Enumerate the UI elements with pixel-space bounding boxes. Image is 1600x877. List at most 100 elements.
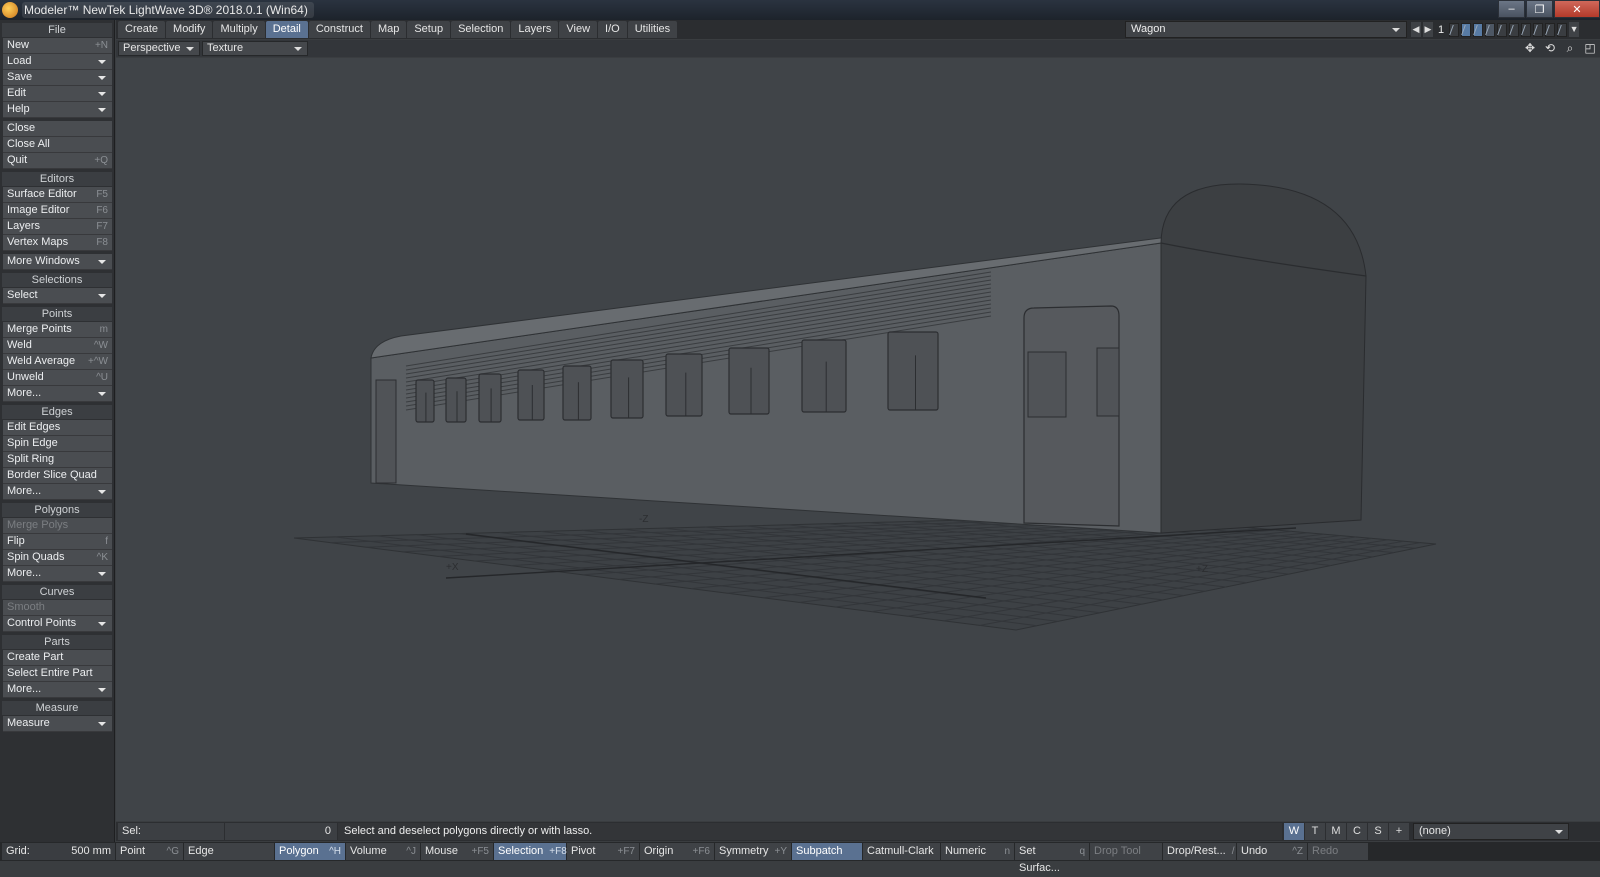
selection-button[interactable]: Selection +F8	[494, 843, 567, 860]
sidebar-item-flip[interactable]: Flip f	[3, 534, 112, 550]
layer-box-icon[interactable]	[1545, 22, 1556, 37]
pivot-button[interactable]: Pivot +F7	[567, 843, 639, 860]
tab-i-o[interactable]: I/O	[598, 21, 627, 38]
sidebar-item-create-part[interactable]: Create Part	[3, 650, 112, 666]
sidebar-item-save[interactable]: Save	[3, 70, 112, 86]
sidebar-item-unweld[interactable]: Unweld ^U	[3, 370, 112, 386]
map-mode-button-w[interactable]: W	[1284, 823, 1304, 840]
sidebar-item-spin-quads[interactable]: Spin Quads ^K	[3, 550, 112, 566]
undo-button[interactable]: Undo ^Z	[1237, 843, 1307, 860]
sidebar-header-polygons: Polygons	[2, 503, 112, 517]
layer-box-icon[interactable]	[1533, 22, 1544, 37]
map-mode-button-c[interactable]: C	[1347, 823, 1367, 840]
sidebar-item-weld[interactable]: Weld ^W	[3, 338, 112, 354]
sidebar-item-select-entire-part[interactable]: Select Entire Part	[3, 666, 112, 682]
rotate-view-icon[interactable]: ⟲	[1542, 41, 1558, 56]
mouse-button[interactable]: Mouse +F5	[421, 843, 493, 860]
button-label: Volume	[350, 845, 387, 857]
sidebar-item-load[interactable]: Load	[3, 54, 112, 70]
sidebar-item-control-points[interactable]: Control Points	[3, 616, 112, 632]
sidebar-item-merge-points[interactable]: Merge Points m	[3, 322, 112, 338]
sidebar-item-weld-average[interactable]: Weld Average +^W	[3, 354, 112, 370]
sidebar-item-layers[interactable]: Layers F7	[3, 219, 112, 235]
layer-menu-button[interactable]: ▼	[1569, 22, 1580, 37]
redo-button[interactable]: Redo	[1308, 843, 1368, 860]
sidebar-item-split-ring[interactable]: Split Ring	[3, 452, 112, 468]
map-mode-button-m[interactable]: M	[1326, 823, 1346, 840]
render-mode-select[interactable]: Texture	[202, 41, 308, 56]
tab-map[interactable]: Map	[370, 21, 407, 38]
layer-box-icon[interactable]	[1449, 22, 1460, 37]
sidebar-item-border-slice-quad[interactable]: Border Slice Quad	[3, 468, 112, 484]
numeric-button[interactable]: Numeric n	[941, 843, 1014, 860]
sidebar-item-close[interactable]: Close	[3, 121, 112, 137]
surface-select[interactable]: (none)	[1413, 823, 1569, 840]
layer-box-icon[interactable]	[1461, 22, 1472, 37]
sidebar-item-more[interactable]: More...	[3, 682, 112, 698]
sidebar-header-points: Points	[2, 307, 112, 321]
volume-button[interactable]: Volume ^J	[346, 843, 420, 860]
layer-box-icon[interactable]	[1557, 22, 1568, 37]
layer-box-icon[interactable]	[1485, 22, 1496, 37]
sidebar-item-new[interactable]: New +N	[3, 38, 112, 54]
set-surfac-button[interactable]: Set Surfac... q	[1015, 843, 1089, 874]
perspective-viewport[interactable]: -Z +X -X +Z	[116, 58, 1600, 821]
sidebar-item-select[interactable]: Select	[3, 288, 112, 304]
object-select[interactable]: Wagon	[1125, 21, 1407, 38]
next-layer-button[interactable]: ▶	[1423, 22, 1433, 37]
tab-detail[interactable]: Detail	[265, 21, 308, 38]
sidebar-item-image-editor[interactable]: Image Editor F6	[3, 203, 112, 219]
tab-modify[interactable]: Modify	[166, 21, 213, 38]
sidebar-item-edit-edges[interactable]: Edit Edges	[3, 420, 112, 436]
sidebar-item-more[interactable]: More...	[3, 386, 112, 402]
origin-button[interactable]: Origin +F6	[640, 843, 714, 860]
sidebar-item-close-all[interactable]: Close All	[3, 137, 112, 153]
zoom-view-icon[interactable]: ⌕	[1562, 41, 1578, 56]
tab-utilities[interactable]: Utilities	[627, 21, 678, 38]
minimize-button[interactable]: –	[1498, 0, 1525, 18]
sidebar-item-smooth[interactable]: Smooth	[3, 600, 112, 616]
sidebar-item-spin-edge[interactable]: Spin Edge	[3, 436, 112, 452]
tab-selection[interactable]: Selection	[451, 21, 511, 38]
layer-box-icon[interactable]	[1497, 22, 1508, 37]
restore-button[interactable]: ❐	[1526, 0, 1553, 18]
tab-create[interactable]: Create	[118, 21, 166, 38]
close-button[interactable]: ✕	[1554, 0, 1600, 18]
drop-rest-button[interactable]: Drop/Rest... /	[1163, 843, 1236, 860]
point-button[interactable]: Point ^G	[116, 843, 183, 860]
sidebar-item-vertex-maps[interactable]: Vertex Maps F8	[3, 235, 112, 251]
sidebar-item-more[interactable]: More...	[3, 484, 112, 500]
view-type-select[interactable]: Perspective	[118, 41, 200, 56]
layer-box-icon[interactable]	[1521, 22, 1532, 37]
map-mode-button-add[interactable]: +	[1389, 823, 1409, 840]
catmull-clark-button[interactable]: Catmull-Clark	[863, 843, 940, 860]
sidebar-item-surface-editor[interactable]: Surface Editor F5	[3, 187, 112, 203]
maximize-view-icon[interactable]: ◰	[1582, 41, 1598, 56]
map-mode-button-t[interactable]: T	[1305, 823, 1325, 840]
sidebar-item-more-windows[interactable]: More Windows	[3, 254, 112, 270]
sidebar-item-merge-polys[interactable]: Merge Polys	[3, 518, 112, 534]
chevron-down-icon	[186, 47, 194, 51]
tab-layers[interactable]: Layers	[511, 21, 559, 38]
prev-layer-button[interactable]: ◀	[1411, 22, 1421, 37]
layer-box-icon[interactable]	[1509, 22, 1520, 37]
tab-multiply[interactable]: Multiply	[213, 21, 265, 38]
tab-view[interactable]: View	[559, 21, 598, 38]
subpatch-button[interactable]: Subpatch	[792, 843, 862, 860]
edge-button[interactable]: Edge	[184, 843, 274, 860]
sidebar-item-help[interactable]: Help	[3, 102, 112, 118]
polygon-button[interactable]: Polygon ^H	[275, 843, 345, 860]
move-view-icon[interactable]: ✥	[1522, 41, 1538, 56]
lightwave-app-icon[interactable]	[2, 2, 18, 18]
sidebar-item-edit[interactable]: Edit	[3, 86, 112, 102]
sidebar-item-more[interactable]: More...	[3, 566, 112, 582]
map-mode-button-s[interactable]: S	[1368, 823, 1388, 840]
symmetry-button[interactable]: Symmetry +Y	[715, 843, 791, 860]
sidebar-item-quit[interactable]: Quit +Q	[3, 153, 112, 169]
drop-tool-button[interactable]: Drop Tool	[1090, 843, 1162, 860]
tab-setup[interactable]: Setup	[407, 21, 451, 38]
layer-box-icon[interactable]	[1473, 22, 1484, 37]
sidebar-item-measure[interactable]: Measure	[3, 716, 112, 732]
tab-construct[interactable]: Construct	[308, 21, 370, 38]
window-frame	[801, 339, 847, 413]
